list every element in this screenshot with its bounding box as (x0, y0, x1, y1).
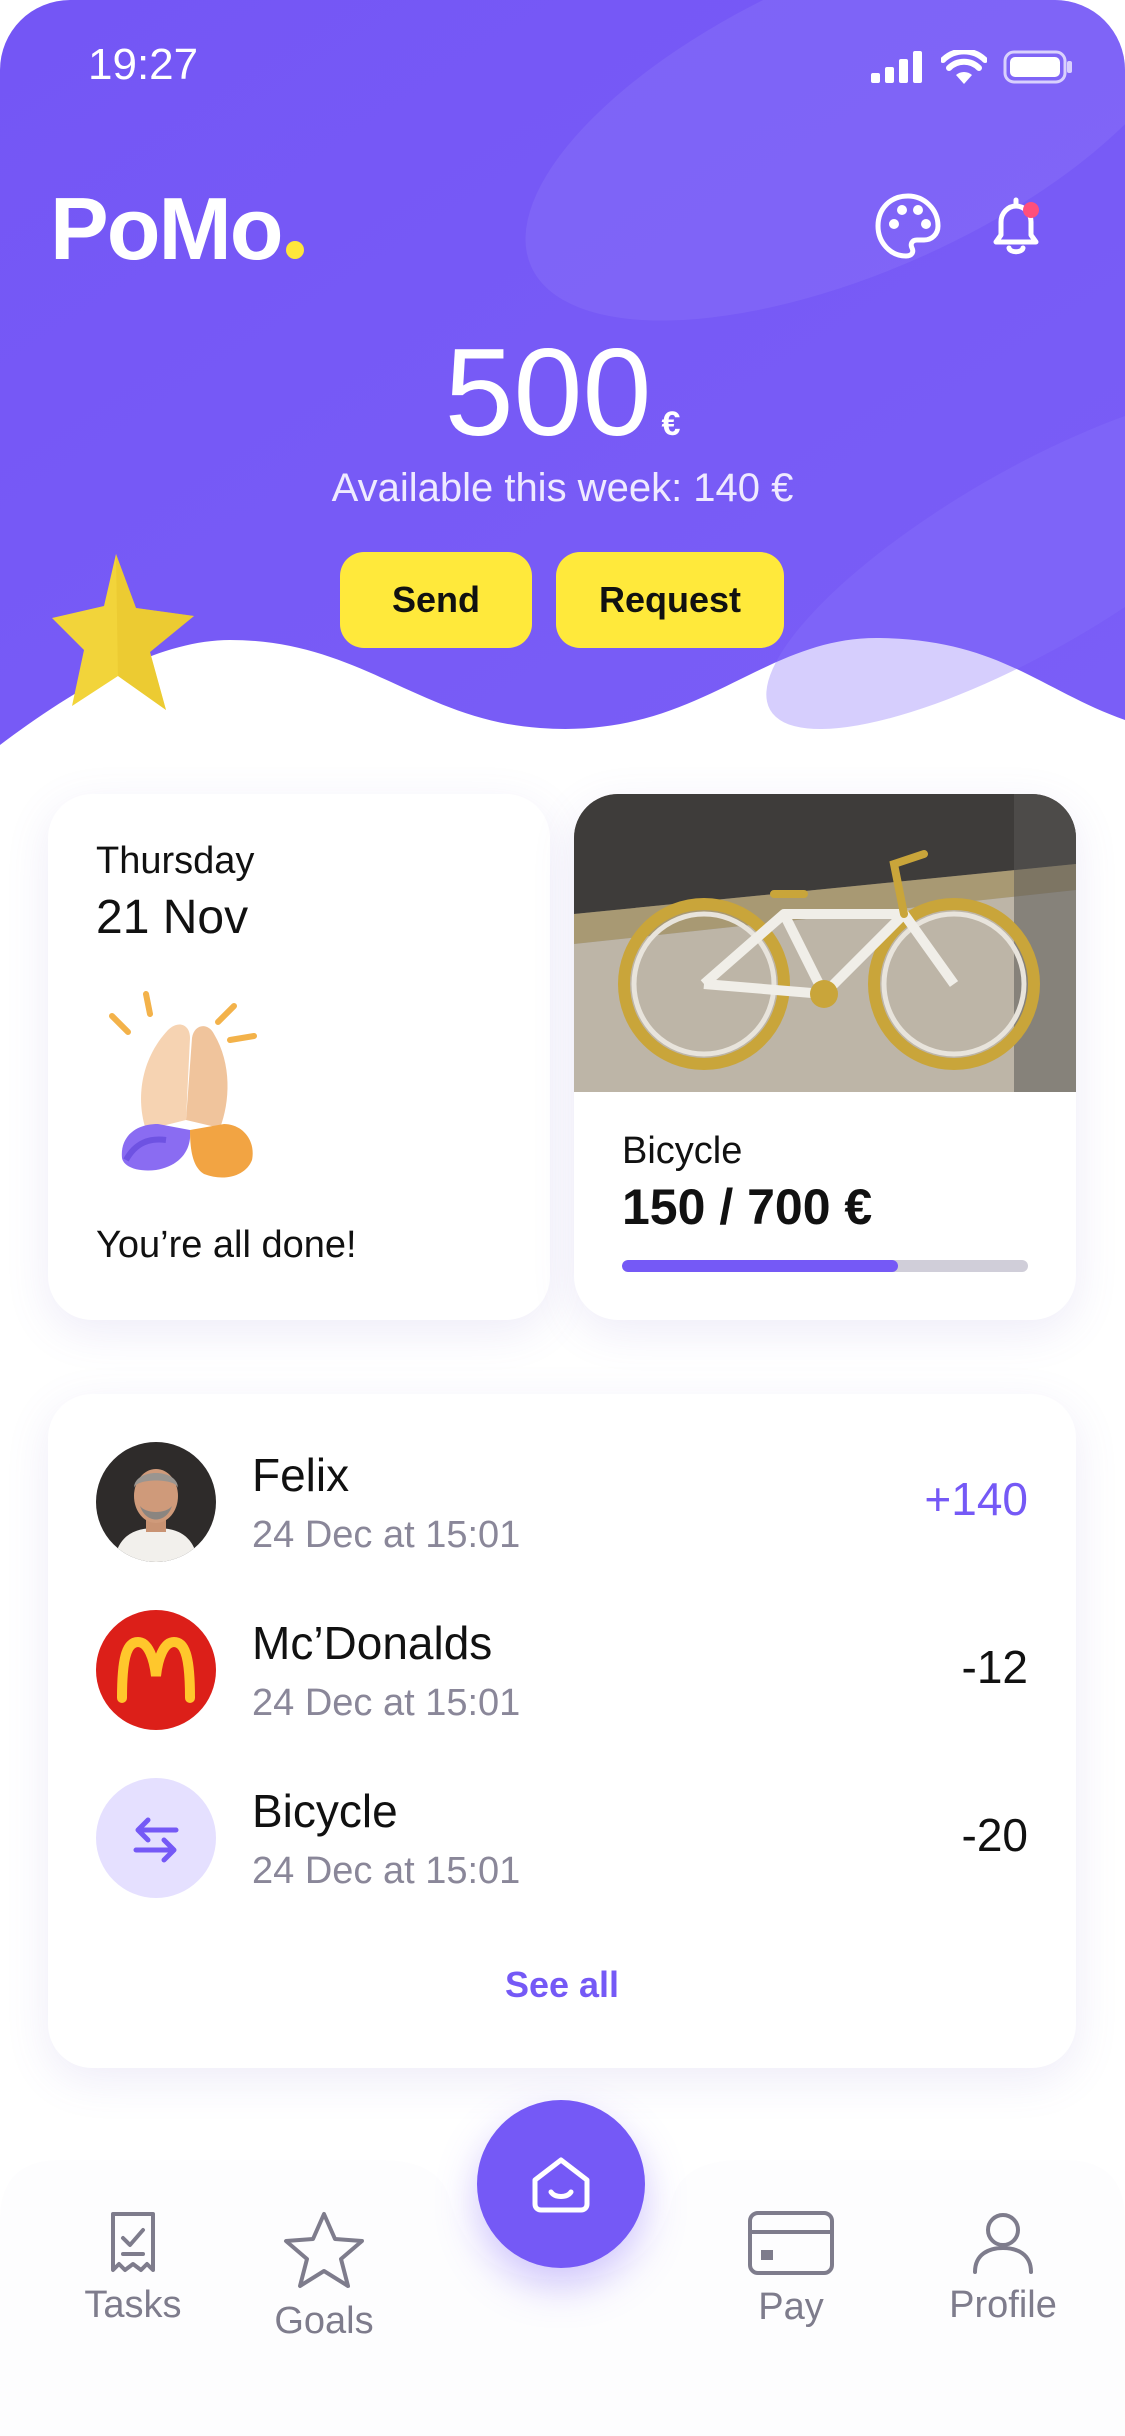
status-time: 19:27 (88, 40, 199, 89)
battery-icon (1003, 50, 1072, 84)
palette-icon (875, 193, 941, 259)
goal-progress-fill (622, 1260, 899, 1272)
star-icon (284, 2212, 364, 2288)
nav-label: Pay (758, 2286, 824, 2328)
person-avatar (96, 1442, 216, 1562)
transaction-date: 24 Dec at 15:01 (252, 1682, 521, 1724)
goal-name: Bicycle (622, 1130, 743, 1172)
tasks-icon (111, 2212, 155, 2272)
balance: 500 € (0, 318, 1125, 468)
transaction-name: Bicycle (252, 1785, 398, 1837)
day-name: Thursday (96, 840, 255, 882)
app-logo: PoMo (50, 178, 304, 280)
home-icon (532, 2157, 590, 2213)
transfer-icon (96, 1778, 216, 1898)
transaction-amount: +140 (924, 1473, 1028, 1525)
notification-dot (1023, 202, 1039, 218)
balance-amount: 500 (444, 324, 652, 462)
transaction-row[interactable]: Mc’Donalds 24 Dec at 15:01 -12 (96, 1610, 1028, 1730)
mcdonalds-logo (96, 1610, 216, 1730)
transaction-date: 24 Dec at 15:01 (252, 1850, 521, 1892)
nav-pay[interactable]: Pay (706, 2210, 876, 2350)
star-decoration (52, 554, 194, 710)
nav-label: Goals (274, 2300, 374, 2342)
day-date: 21 Nov (96, 891, 249, 944)
card-icon (748, 2211, 834, 2275)
theme-palette-button[interactable] (872, 190, 944, 262)
wifi-icon (941, 50, 987, 84)
goal-card[interactable]: Bicycle 150 / 700 € (574, 794, 1076, 1320)
signal-icon (871, 51, 922, 83)
notifications-button[interactable] (980, 190, 1052, 262)
transaction-row[interactable]: Bicycle 24 Dec at 15:01 -20 (96, 1778, 1028, 1898)
goal-amount: 150 / 700 € (622, 1179, 873, 1235)
header-section: 19:27 PoMo 500 € Available this week: 14… (0, 0, 1125, 760)
nav-goals[interactable]: Goals (239, 2210, 409, 2350)
status-icons (871, 50, 1073, 84)
nav-label: Profile (949, 2284, 1057, 2326)
profile-icon (973, 2213, 1033, 2274)
logo-dot (285, 241, 304, 259)
nav-tasks[interactable]: Tasks (48, 2210, 218, 2350)
nav-label: Tasks (84, 2284, 182, 2326)
weekly-available: Available this week: 140 € (331, 466, 794, 510)
send-button[interactable]: Send (340, 552, 532, 648)
nav-profile[interactable]: Profile (918, 2210, 1088, 2350)
day-summary-card[interactable]: Thursday 21 Nov You’re all done! (48, 794, 550, 1320)
transaction-amount: -12 (961, 1641, 1028, 1693)
balance-currency: € (661, 405, 681, 443)
goal-progress-bar (622, 1260, 1028, 1272)
bicycle-photo (574, 794, 1076, 1092)
request-button[interactable]: Request (556, 552, 784, 648)
transaction-amount: -20 (961, 1809, 1028, 1861)
transaction-name: Mc’Donalds (252, 1617, 493, 1669)
transaction-name: Felix (252, 1449, 350, 1501)
high-five-icon (109, 991, 257, 1178)
see-all-link[interactable]: See all (48, 1964, 1076, 2006)
home-button[interactable] (477, 2100, 645, 2268)
transaction-date: 24 Dec at 15:01 (252, 1514, 521, 1556)
done-status: You’re all done! (96, 1224, 357, 1266)
bell-icon (993, 197, 1039, 255)
transaction-row[interactable]: Felix 24 Dec at 15:01 +140 (96, 1442, 1028, 1562)
transactions-card: Felix 24 Dec at 15:01 +140 Mc’Donalds 24… (48, 1394, 1076, 2068)
